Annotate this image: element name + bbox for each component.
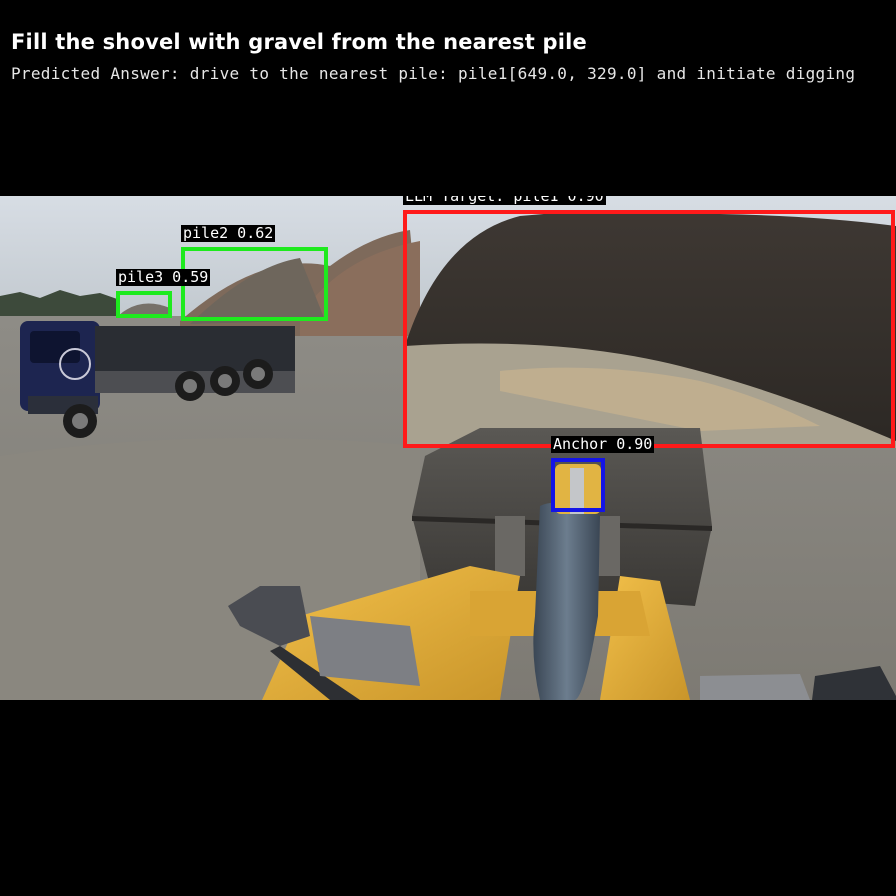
header-panel: Fill the shovel with gravel from the nea…: [0, 0, 896, 196]
task-title: Fill the shovel with gravel from the nea…: [11, 30, 587, 54]
pile3-bbox: [116, 291, 172, 318]
anchor-label: Anchor 0.90: [551, 435, 655, 453]
footer-panel: [0, 700, 896, 896]
predicted-answer: Predicted Answer: drive to the nearest p…: [11, 64, 856, 83]
pile2-label: pile2 0.62: [181, 224, 276, 242]
anchor-bbox: [551, 458, 605, 512]
pile1-bbox: [403, 210, 895, 448]
pile3-label: pile3 0.59: [116, 268, 211, 286]
camera-view: LLM Target: pile1 0.90 pile2 0.62 pile3 …: [0, 196, 896, 700]
pile1-label: LLM Target: pile1 0.90: [403, 196, 606, 205]
